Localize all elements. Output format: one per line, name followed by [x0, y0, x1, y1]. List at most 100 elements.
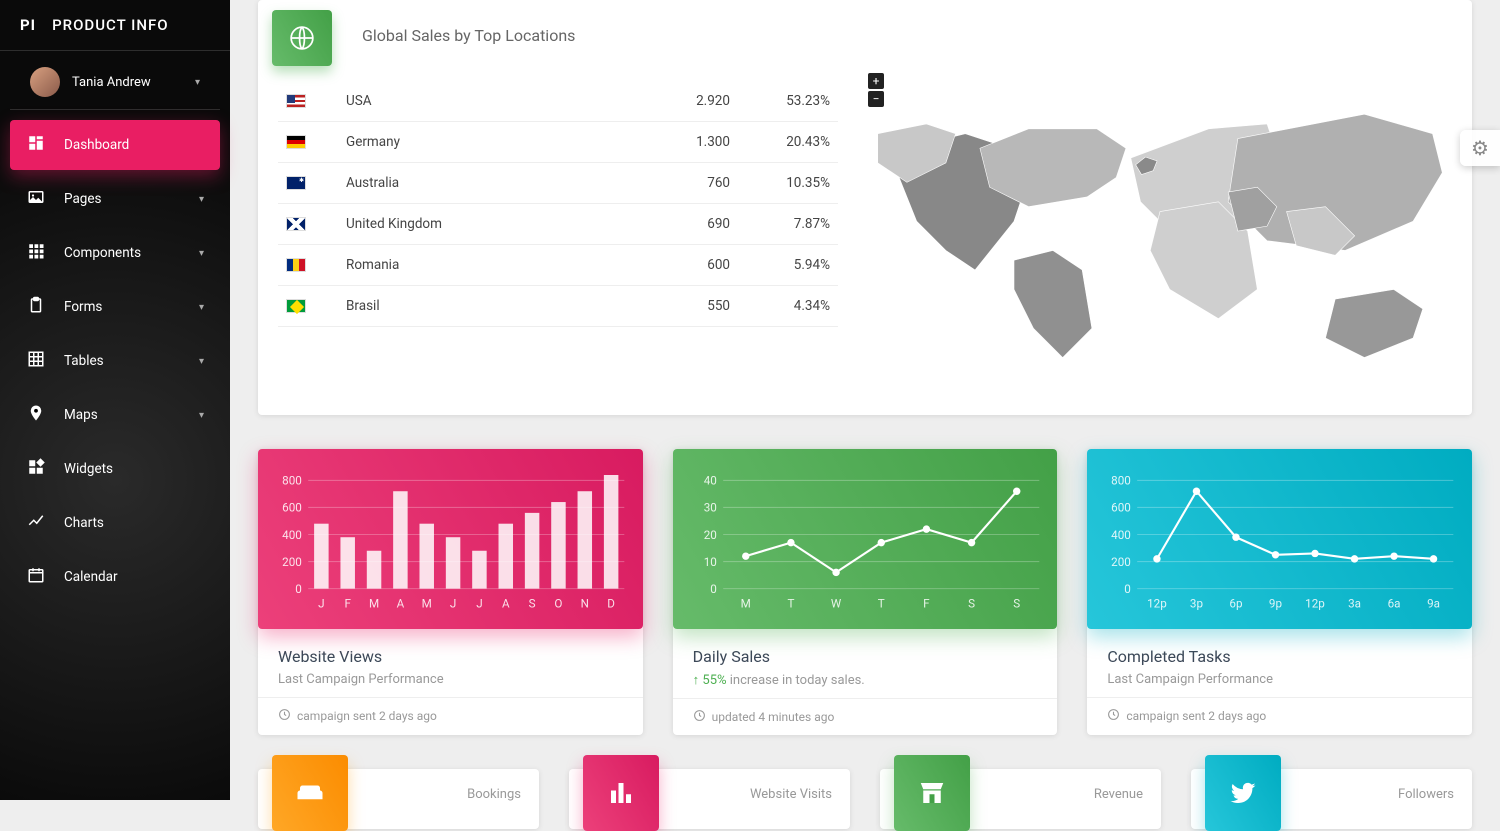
- sidebar-item-forms[interactable]: Forms ▾: [10, 282, 220, 332]
- sidebar-item-widgets[interactable]: Widgets: [10, 444, 220, 494]
- svg-text:M: M: [369, 597, 379, 611]
- globe-icon: [272, 10, 332, 66]
- percent-cell: 5.94%: [738, 245, 838, 286]
- brand-title: PRODUCT INFO: [52, 16, 169, 34]
- chart-plot: 020040060080012p3p6p9p12p3a6a9a: [1087, 449, 1472, 629]
- sidebar-item-label: Tables: [64, 353, 104, 369]
- svg-text:200: 200: [1112, 555, 1132, 569]
- svg-text:200: 200: [282, 555, 302, 569]
- clipboard-icon: [26, 296, 46, 318]
- table-row: USA 2.920 53.23%: [278, 81, 838, 122]
- country-cell: Brasil: [338, 286, 615, 327]
- percent-cell: 4.34%: [738, 286, 838, 327]
- sidebar-item-charts[interactable]: Charts: [10, 498, 220, 548]
- chart-card-daily-sales: 010203040MTWTFSS Daily Sales ↑ 55% incre…: [673, 449, 1058, 735]
- main-content: Global Sales by Top Locations USA 2.920 …: [230, 0, 1500, 800]
- caret-down-icon: ▾: [195, 77, 200, 88]
- sidebar-item-label: Pages: [64, 191, 102, 207]
- global-sales-card: Global Sales by Top Locations USA 2.920 …: [258, 0, 1472, 415]
- svg-text:D: D: [607, 597, 615, 611]
- svg-text:6p: 6p: [1230, 597, 1243, 611]
- store-icon: [894, 755, 970, 831]
- svg-text:S: S: [968, 597, 975, 611]
- sidebar-item-label: Forms: [64, 299, 102, 315]
- svg-text:F: F: [923, 597, 930, 611]
- chart-footer: campaign sent 2 days ago: [258, 697, 643, 734]
- sidebar-item-dashboard[interactable]: Dashboard: [10, 120, 220, 170]
- timeline-icon: [26, 512, 46, 534]
- svg-text:40: 40: [703, 474, 716, 488]
- sidebar-item-calendar[interactable]: Calendar: [10, 552, 220, 602]
- user-menu[interactable]: Tania Andrew ▾: [10, 55, 220, 110]
- apps-icon: [26, 242, 46, 264]
- flag-de-icon: [286, 135, 306, 149]
- svg-text:A: A: [502, 597, 510, 611]
- settings-button[interactable]: ⚙: [1460, 130, 1500, 166]
- grid-icon: [26, 350, 46, 372]
- caret-down-icon: ▾: [199, 302, 204, 313]
- map-zoom-out[interactable]: −: [868, 91, 884, 107]
- stat-card-revenue: Revenue: [880, 769, 1161, 829]
- user-name: Tania Andrew: [72, 75, 183, 90]
- stat-card-bookings: Bookings: [258, 769, 539, 829]
- brand[interactable]: PI PRODUCT INFO: [0, 0, 230, 51]
- svg-text:3a: 3a: [1348, 597, 1361, 611]
- sidebar-item-tables[interactable]: Tables ▾: [10, 336, 220, 386]
- percent-cell: 7.87%: [738, 204, 838, 245]
- svg-text:3p: 3p: [1190, 597, 1203, 611]
- svg-text:800: 800: [1112, 474, 1132, 488]
- country-cell: Germany: [338, 122, 615, 163]
- caret-down-icon: ▾: [199, 356, 204, 367]
- clock-icon: [278, 708, 291, 724]
- chart-plot: 010203040MTWTFSS: [673, 449, 1058, 629]
- chart-footer: campaign sent 2 days ago: [1087, 697, 1472, 734]
- global-sales-table: USA 2.920 53.23% Germany 1.300 20.43% Au…: [278, 81, 838, 385]
- flag-us-icon: [286, 94, 306, 108]
- svg-text:0: 0: [710, 582, 717, 596]
- global-title: Global Sales by Top Locations: [278, 0, 1452, 81]
- country-cell: Australia: [338, 163, 615, 204]
- world-map[interactable]: + −: [868, 81, 1452, 385]
- table-row: Germany 1.300 20.43%: [278, 122, 838, 163]
- caret-down-icon: ▾: [199, 410, 204, 421]
- svg-text:S: S: [1013, 597, 1020, 611]
- svg-text:T: T: [877, 597, 884, 611]
- calendar-icon: [26, 566, 46, 588]
- chart-subtitle: Last Campaign Performance: [278, 672, 623, 687]
- twitter-icon: [1205, 755, 1281, 831]
- sidebar-item-label: Charts: [64, 515, 104, 531]
- avatar: [30, 67, 60, 97]
- percent-cell: 53.23%: [738, 81, 838, 122]
- svg-text:O: O: [554, 597, 562, 611]
- map-zoom-in[interactable]: +: [868, 73, 884, 89]
- chart-plot: 0200400600800JFMAMJJASOND: [258, 449, 643, 629]
- chart-card-completed-tasks: 020040060080012p3p6p9p12p3a6a9a Complete…: [1087, 449, 1472, 735]
- svg-text:400: 400: [282, 528, 302, 542]
- svg-text:T: T: [787, 597, 794, 611]
- sidebar-item-label: Maps: [64, 407, 98, 423]
- sidebar-item-pages[interactable]: Pages ▾: [10, 174, 220, 224]
- table-row: Romania 600 5.94%: [278, 245, 838, 286]
- sofa-icon: [272, 755, 348, 831]
- sidebar-item-maps[interactable]: Maps ▾: [10, 390, 220, 440]
- chart-title: Website Views: [278, 647, 623, 666]
- svg-text:S: S: [529, 597, 536, 611]
- value-cell: 1.300: [615, 122, 738, 163]
- bars-icon: [583, 755, 659, 831]
- sidebar-item-label: Widgets: [64, 461, 113, 477]
- svg-text:0: 0: [295, 582, 302, 596]
- sidebar-item-components[interactable]: Components ▾: [10, 228, 220, 278]
- stat-card-website-visits: Website Visits: [569, 769, 850, 829]
- table-row: Brasil 550 4.34%: [278, 286, 838, 327]
- value-cell: 600: [615, 245, 738, 286]
- svg-text:F: F: [344, 597, 351, 611]
- percent-cell: 20.43%: [738, 122, 838, 163]
- sidebar-item-label: Components: [64, 245, 141, 261]
- image-icon: [26, 188, 46, 210]
- clock-icon: [693, 709, 706, 725]
- svg-text:M: M: [422, 597, 432, 611]
- table-row: Australia 760 10.35%: [278, 163, 838, 204]
- stat-card-followers: Followers: [1191, 769, 1472, 829]
- percent-cell: 10.35%: [738, 163, 838, 204]
- chart-subtitle: ↑ 55% increase in today sales.: [693, 672, 1038, 688]
